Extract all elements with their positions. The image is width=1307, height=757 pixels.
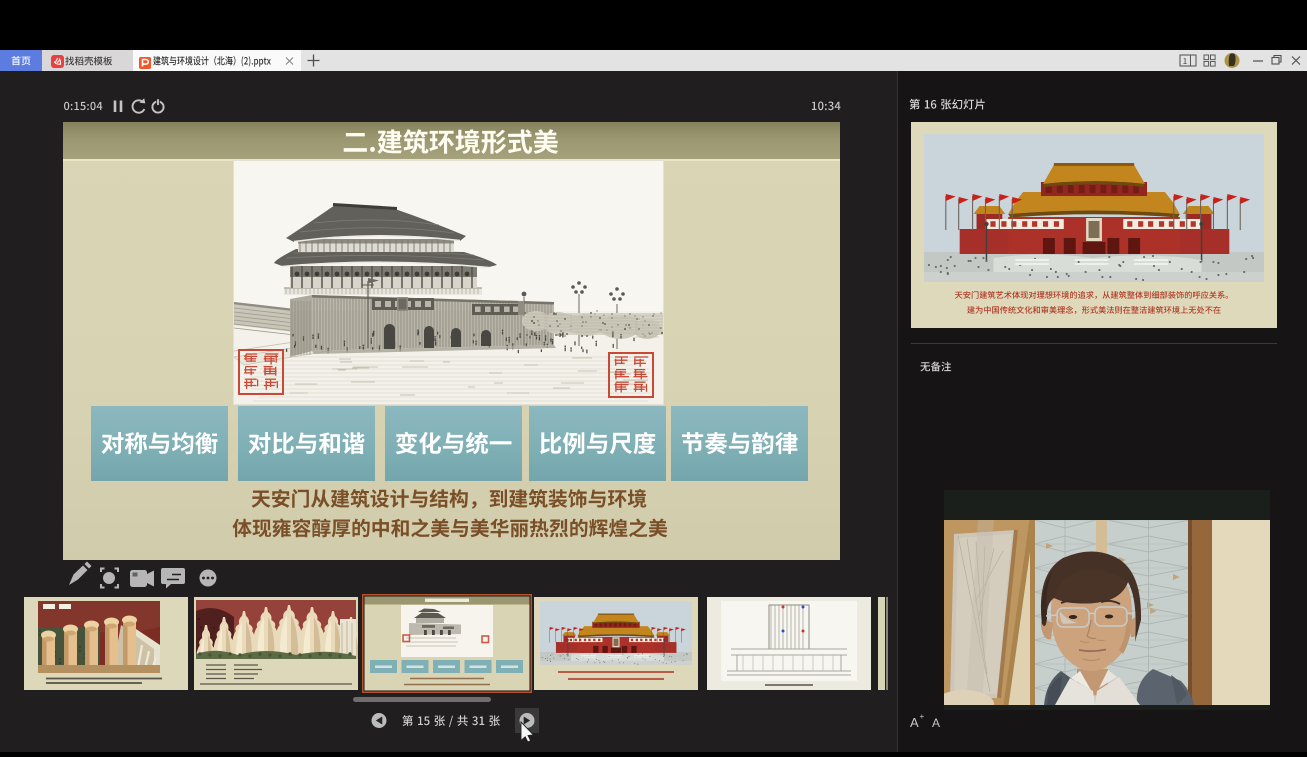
- svg-text:A: A: [910, 715, 919, 730]
- svg-text:+: +: [920, 712, 925, 721]
- svg-text:A: A: [932, 716, 940, 730]
